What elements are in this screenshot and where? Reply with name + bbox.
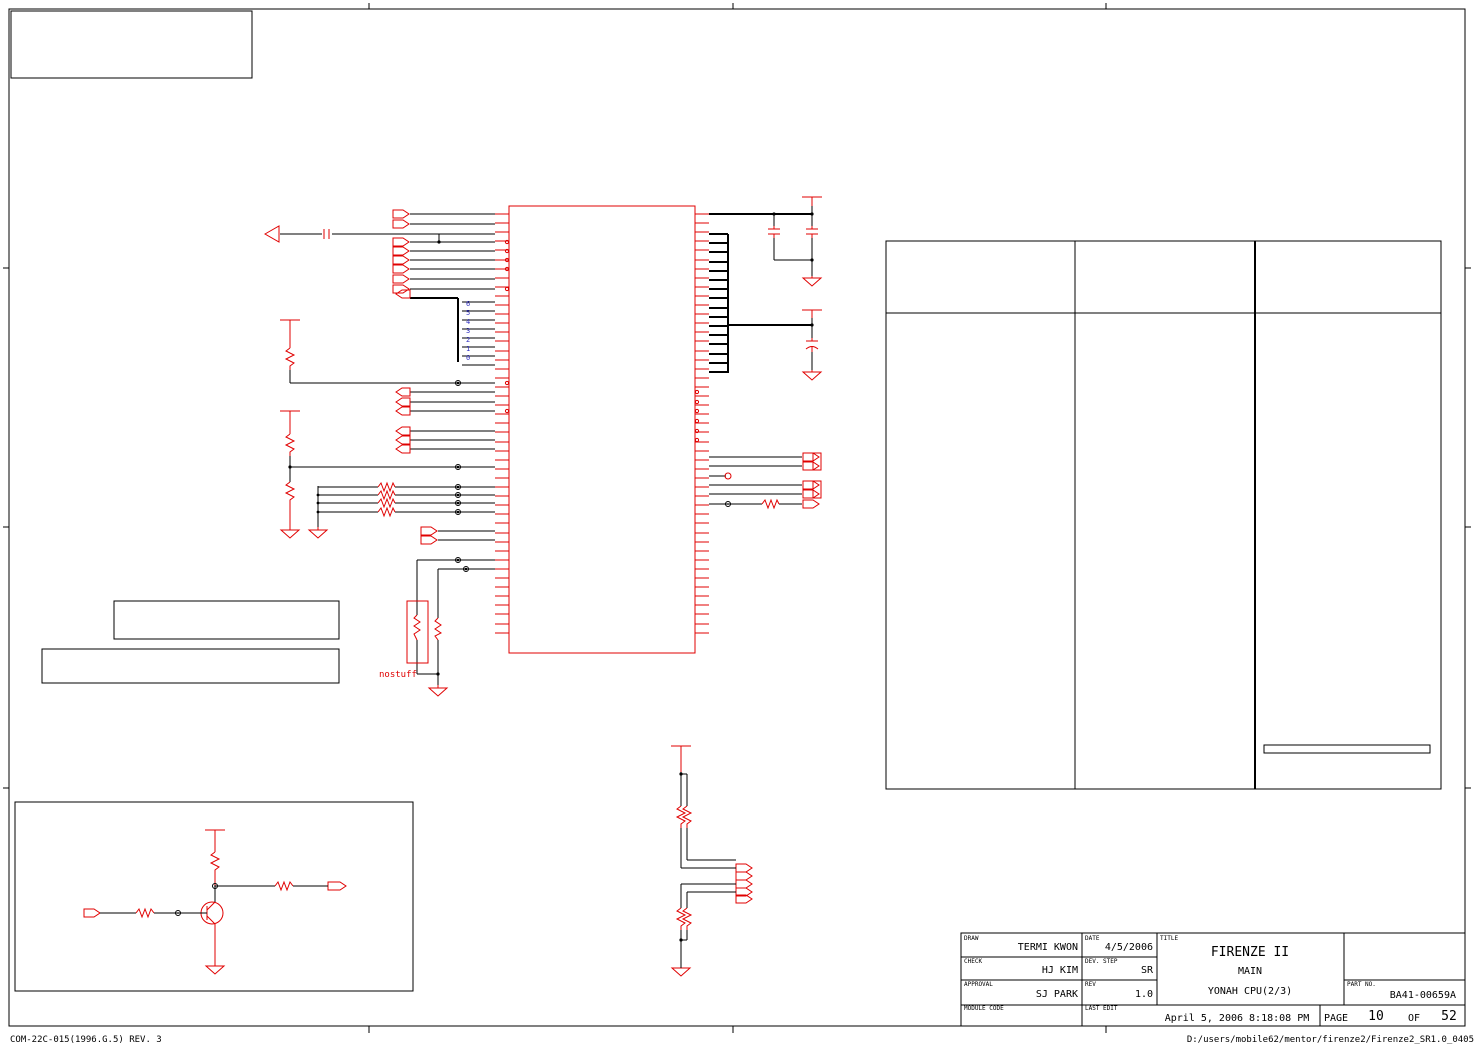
right-passives [761,196,823,510]
left-signal-wires [280,213,495,685]
left-test-points [455,380,469,572]
note-boxes [41,600,340,684]
pin-no-connect [694,408,700,414]
bus-label: 3 [466,327,470,335]
bus-label: 6 [466,300,470,308]
pin-no-connect [694,418,700,424]
of-label: OF [1408,1013,1420,1024]
part-no-label: PART NO. [1347,981,1376,988]
rev-value: 1.0 [1135,989,1153,1000]
module-code-label: MODULE CODE [964,1005,1004,1012]
bus-entry-labels: 6 5 4 3 2 1 0 [466,300,470,362]
part-no-value: BA41-00659A [1390,990,1456,1001]
form-id: COM-22C-015(1996.G.5) REV. 3 [10,1035,162,1045]
bus-label: 2 [466,336,470,344]
rev-label: REV [1085,981,1096,988]
drawing-frame [3,3,1471,1033]
left-passives: nostuff [279,319,449,697]
cpu-symbol [495,205,709,654]
right-junctions [724,212,814,507]
pin-table [885,240,1442,790]
schematic-sheet: 6 5 4 3 2 1 0 nostuff DRAW CHECK APPROVA… [3,3,1474,1045]
approval-value: SJ PARK [1036,989,1078,1000]
pin-no-connect [694,428,700,434]
page-total: 52 [1441,1009,1457,1024]
title-label: TITLE [1160,935,1178,942]
pin-no-connect [694,437,700,443]
pin-no-connect [504,408,510,414]
draw-label: DRAW [964,935,979,942]
title-line-1: FIRENZE II [1211,945,1289,960]
draw-value: TERMI KWON [1018,942,1078,953]
pin-no-connect [504,248,510,254]
pin-no-connect [504,239,510,245]
bus-label: 4 [466,318,470,326]
cpu-right-pins [694,213,709,634]
date-label: DATE [1085,935,1100,942]
title-block: DRAW CHECK APPROVAL MODULE CODE DATE DEV… [960,932,1466,1027]
last-edit-value: April 5, 2006 8:18:08 PM [1165,1013,1310,1024]
check-value: HJ KIM [1042,965,1078,976]
check-label: CHECK [964,958,982,965]
right-bus-stubs [709,233,728,373]
nostuff-label: nostuff [379,670,417,680]
title-line-3: YONAH CPU(2/3) [1208,986,1292,997]
pin-no-connect [504,380,510,386]
pin-no-connect [694,389,700,395]
file-path: D:/users/mobile62/mentor/firenze2/Firenz… [1187,1035,1474,1045]
bus-label: 0 [466,354,470,362]
last-edit-label: LAST EDIT [1085,1005,1118,1012]
bus-label: 1 [466,345,470,353]
dev-step-label: DEV. STEP [1085,958,1118,965]
approval-label: APPROVAL [964,981,993,988]
lower-network [670,745,753,977]
date-value: 4/5/2006 [1105,942,1153,953]
pin-no-connect [694,399,700,405]
left-junctions [288,240,441,676]
cpu-left-pins [495,213,510,634]
bus-label: 5 [466,309,470,317]
pin-no-connect [504,286,510,292]
page-number: 10 [1368,1009,1384,1024]
dev-step-value: SR [1141,965,1154,976]
page-label: PAGE [1324,1013,1348,1024]
title-line-2: MAIN [1238,966,1262,977]
transistor-circuit [14,801,414,992]
capacitor [323,229,330,239]
